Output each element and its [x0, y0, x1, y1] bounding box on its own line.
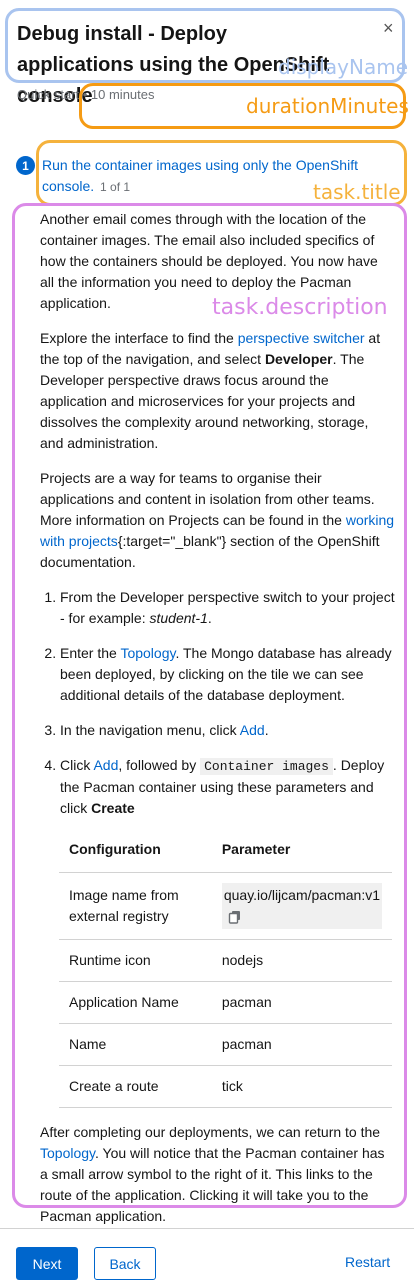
perspective-switcher-link[interactable]: perspective switcher	[238, 330, 365, 346]
project-example: student-1	[149, 610, 208, 626]
task-description: Another email comes through with the loc…	[40, 209, 395, 1241]
table-row: Name pacman	[59, 1023, 392, 1066]
restart-link[interactable]: Restart	[345, 1254, 390, 1270]
image-name-value: quay.io/lijcam/pacman:v1	[223, 887, 380, 903]
text: From the Developer perspective switch to…	[60, 589, 395, 626]
container-images-code: Container images	[200, 758, 333, 775]
table-cell: pacman	[211, 981, 392, 1024]
display-name-annotation-label: displayName	[278, 55, 409, 79]
text: After completing our deployments, we can…	[40, 1124, 381, 1140]
topology-link[interactable]: Topology	[120, 645, 175, 661]
copyable-value[interactable]: quay.io/lijcam/pacman:v1	[221, 883, 382, 929]
task-count: 1 of 1	[100, 180, 131, 194]
table-row: Runtime icon nodejs	[59, 939, 392, 982]
developer-label: Developer	[264, 351, 333, 367]
description-paragraph: After completing our deployments, we can…	[40, 1122, 395, 1227]
text: Explore the interface to find the	[40, 330, 238, 346]
next-button[interactable]: Next	[16, 1247, 78, 1280]
task-title-text[interactable]: Run the container images using only the …	[42, 157, 358, 194]
table-cell: tick	[211, 1065, 392, 1108]
step-number-badge: 1	[16, 156, 35, 175]
step-item: Enter the Topology. The Mongo database h…	[60, 643, 395, 706]
parameters-table: Configuration Parameter Image name from …	[59, 831, 392, 1108]
table-row: Application Name pacman	[59, 981, 392, 1024]
text: Enter the	[60, 645, 121, 661]
quickstart-duration: Quick start • 10 minutes	[17, 87, 155, 102]
step-item: Click Add, followed by Container images.…	[59, 755, 395, 1108]
text: .	[207, 610, 212, 626]
step-item: In the navigation menu, click Add.	[60, 720, 395, 741]
table-cell: Runtime icon	[59, 939, 212, 982]
table-cell: nodejs	[211, 939, 392, 982]
table-cell: Image name from external registry	[59, 872, 212, 940]
table-cell: quay.io/lijcam/pacman:v1	[211, 872, 392, 940]
table-cell: Name	[59, 1023, 212, 1066]
footer-bar: Next Back Restart	[0, 1228, 414, 1286]
add-link[interactable]: Add	[93, 757, 118, 773]
table-row: Create a route tick	[59, 1065, 392, 1108]
create-label: Create	[91, 800, 135, 816]
duration-annotation-label: durationMinutes	[246, 94, 409, 118]
close-icon[interactable]: ×	[383, 18, 394, 39]
text: Click	[60, 757, 94, 773]
text: Projects are a way for teams to organise…	[40, 470, 375, 528]
text: , followed by	[118, 757, 201, 773]
table-row: Image name from external registry quay.i…	[59, 872, 392, 940]
table-header-row: Configuration Parameter	[59, 831, 392, 873]
add-link[interactable]: Add	[240, 722, 265, 738]
column-header-parameter: Parameter	[211, 831, 392, 873]
text: In the navigation menu, click	[60, 722, 240, 738]
column-header-configuration: Configuration	[59, 831, 212, 873]
copy-icon[interactable]	[228, 910, 242, 924]
table-cell: pacman	[211, 1023, 392, 1066]
steps-list: From the Developer perspective switch to…	[40, 587, 395, 1108]
table-cell: Create a route	[59, 1065, 212, 1108]
task-description-annotation-label: task.description	[212, 295, 388, 320]
table-cell: Application Name	[59, 981, 212, 1024]
description-paragraph: Explore the interface to find the perspe…	[40, 328, 395, 454]
back-button[interactable]: Back	[94, 1247, 156, 1280]
description-paragraph: Projects are a way for teams to organise…	[40, 468, 395, 573]
step-item: From the Developer perspective switch to…	[60, 587, 395, 629]
text: .	[264, 722, 269, 738]
topology-link[interactable]: Topology	[40, 1145, 95, 1161]
task-title-annotation-label: task.title	[313, 180, 401, 204]
